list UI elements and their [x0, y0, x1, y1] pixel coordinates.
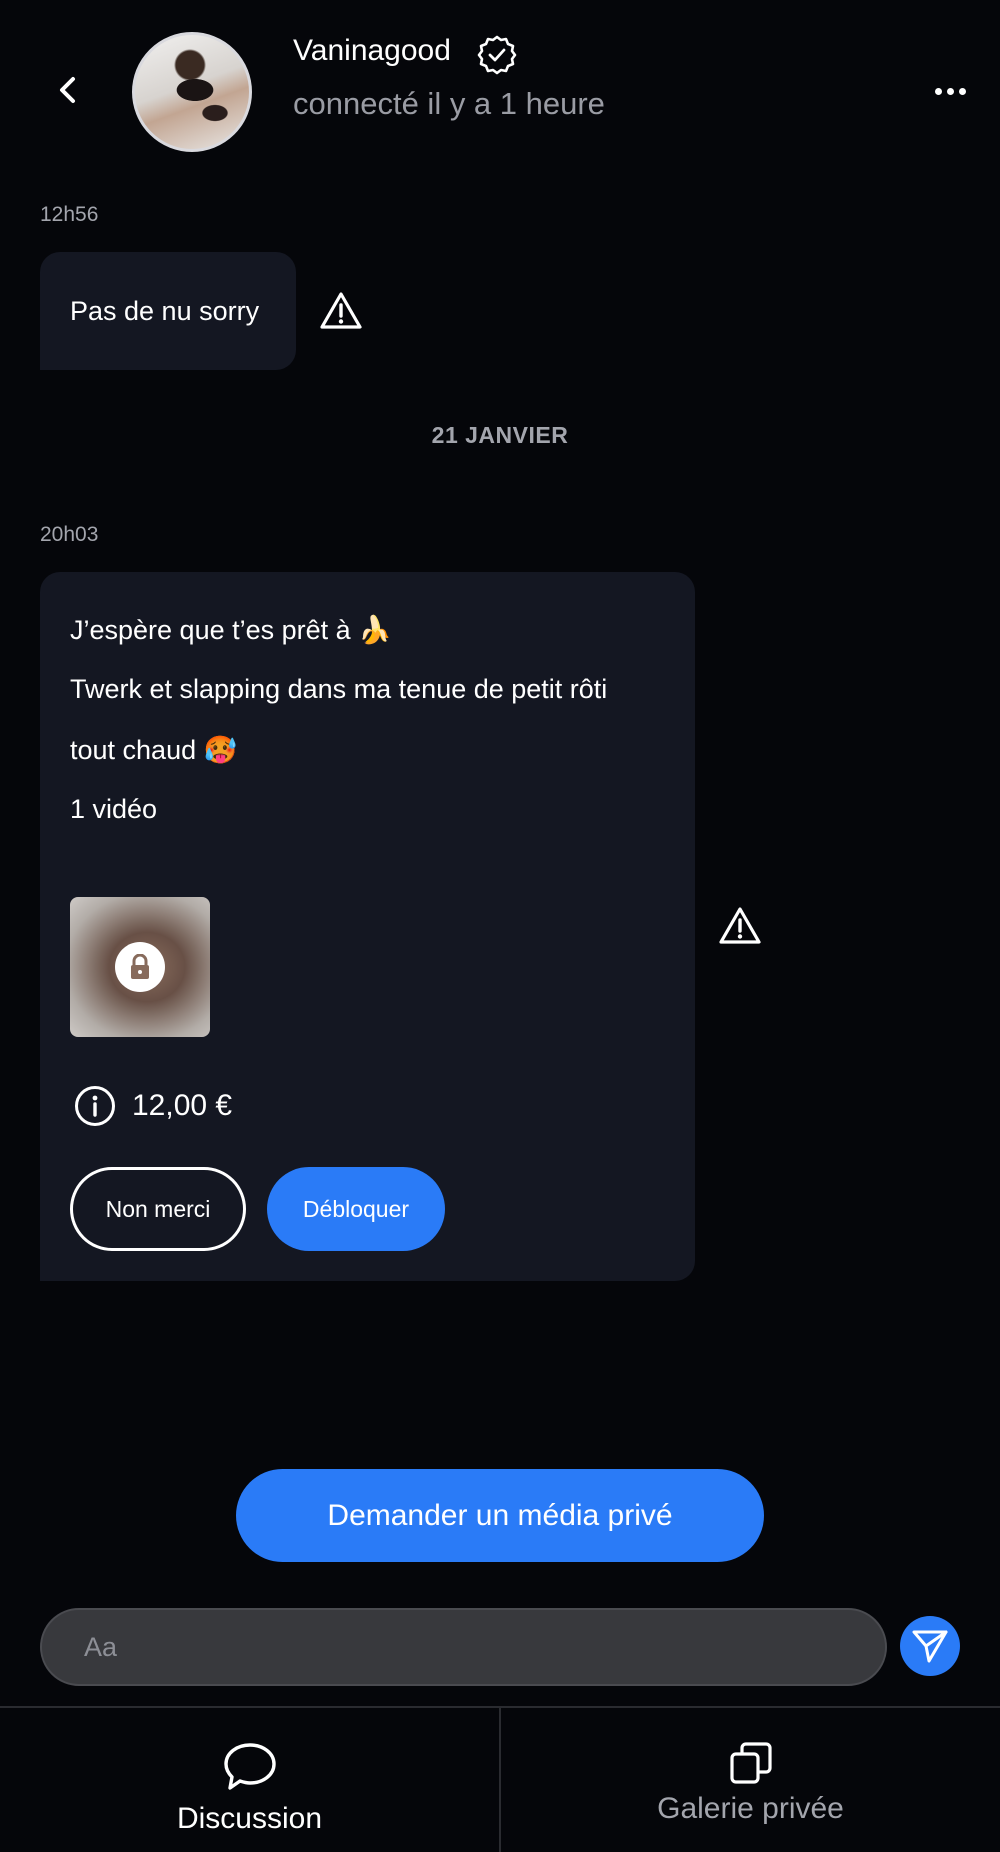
chat-header: Vaninagood connecté il y a 1 heure	[0, 0, 1000, 180]
message-timestamp: 20h03	[40, 523, 99, 546]
info-icon[interactable]	[74, 1085, 116, 1127]
message-text: J’espère que t’es prêt à 🍌	[70, 615, 392, 645]
message-composer	[40, 1608, 887, 1686]
tab-private-gallery[interactable]: Galerie privée	[499, 1708, 1000, 1852]
avatar[interactable]	[132, 32, 252, 152]
dot-icon	[934, 87, 942, 95]
dot-icon	[958, 87, 966, 95]
locked-media-thumbnail[interactable]	[70, 897, 210, 1037]
decline-button[interactable]: Non merci	[70, 1167, 246, 1251]
dot-icon	[946, 87, 954, 95]
message-text: Pas de nu sorry	[70, 296, 260, 326]
unlock-button[interactable]: Débloquer	[267, 1167, 445, 1251]
more-options-button[interactable]	[930, 76, 970, 106]
chevron-left-icon	[60, 77, 75, 103]
profile-name[interactable]: Vaninagood	[293, 34, 451, 68]
message-bubble[interactable]: Pas de nu sorry	[40, 252, 296, 370]
lock-icon	[131, 954, 149, 979]
report-warning-icon[interactable]	[718, 906, 762, 946]
tab-discussion[interactable]: Discussion	[0, 1708, 499, 1852]
online-status: connecté il y a 1 heure	[293, 86, 605, 121]
back-button[interactable]	[48, 70, 88, 110]
message-input[interactable]	[84, 1631, 885, 1663]
message-timestamp: 12h56	[40, 203, 99, 226]
send-button[interactable]	[900, 1616, 960, 1676]
gallery-icon	[729, 1742, 772, 1784]
tab-label: Galerie privée	[657, 1792, 844, 1825]
tab-label: Discussion	[176, 1802, 323, 1835]
verified-badge-icon	[477, 35, 517, 75]
send-paper-plane-icon	[912, 1630, 948, 1663]
message-text: Twerk et slapping dans ma tenue de petit…	[70, 674, 608, 704]
chat-bubble-icon	[223, 1743, 276, 1790]
media-count: 1 vidéo	[70, 794, 158, 824]
bottom-tab-bar: Discussion Galerie privée	[0, 1706, 1000, 1852]
report-warning-icon[interactable]	[319, 291, 363, 331]
price-label: 12,00 €	[132, 1089, 233, 1122]
lock-badge	[115, 942, 165, 992]
request-private-media-button[interactable]: Demander un média privé	[236, 1469, 764, 1562]
price-row: 12,00 €	[74, 1085, 232, 1127]
date-separator: 21 JANVIER	[431, 422, 569, 448]
message-text: tout chaud 🥵	[70, 735, 238, 765]
